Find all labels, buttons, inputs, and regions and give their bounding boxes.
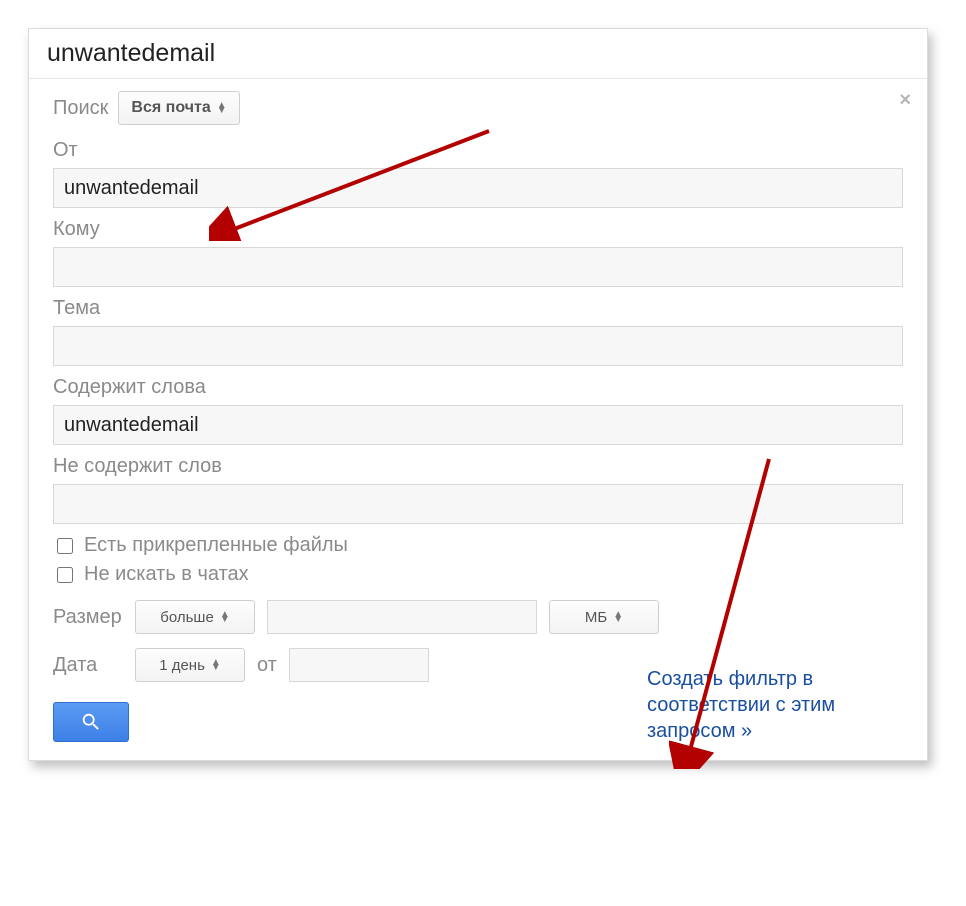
close-icon[interactable]: × [899, 89, 911, 112]
date-from-input[interactable] [289, 648, 429, 682]
top-search-value: unwantedemail [29, 29, 927, 79]
date-range-dropdown[interactable]: 1 день ▲▼ [135, 648, 245, 682]
subject-input[interactable] [53, 326, 903, 366]
sort-icon: ▲▼ [613, 612, 623, 622]
not-has-words-label: Не содержит слов [53, 455, 903, 478]
date-range-value: 1 день [159, 657, 205, 674]
exclude-chats-checkbox-row: Не искать в чатах [53, 563, 903, 586]
has-words-input[interactable] [53, 405, 903, 445]
has-words-field-block: Содержит слова [53, 376, 903, 445]
sort-icon: ▲▼ [211, 660, 221, 670]
from-input[interactable] [53, 168, 903, 208]
search-button[interactable] [53, 702, 129, 742]
from-field-block: От [53, 139, 903, 208]
to-input[interactable] [53, 247, 903, 287]
size-unit-value: МБ [585, 609, 607, 626]
search-filter-panel: unwantedemail × Поиск Вся почта ▲▼ От Ко… [28, 28, 928, 761]
attachments-checkbox-row: Есть прикрепленные файлы [53, 534, 903, 557]
size-comparator-value: больше [160, 609, 214, 626]
attachments-checkbox-label: Есть прикрепленные файлы [84, 534, 348, 557]
create-filter-link[interactable]: Создать фильтр в соответствии с этим зап… [647, 666, 897, 744]
size-row: Размер больше ▲▼ МБ ▲▼ [53, 600, 903, 634]
exclude-chats-checkbox[interactable] [57, 567, 73, 583]
size-value-input[interactable] [267, 600, 537, 634]
size-label: Размер [53, 606, 123, 629]
date-from-label: от [257, 654, 277, 677]
sort-icon: ▲▼ [217, 103, 227, 113]
search-scope-row: Поиск Вся почта ▲▼ [53, 91, 903, 125]
sort-icon: ▲▼ [220, 612, 230, 622]
not-has-words-input[interactable] [53, 484, 903, 524]
subject-field-block: Тема [53, 297, 903, 366]
search-scope-label: Поиск [53, 97, 108, 120]
search-scope-dropdown[interactable]: Вся почта ▲▼ [118, 91, 239, 125]
panel-body: × Поиск Вся почта ▲▼ От Кому Тема Содерж… [29, 79, 927, 760]
subject-label: Тема [53, 297, 903, 320]
has-words-label: Содержит слова [53, 376, 903, 399]
date-label: Дата [53, 654, 123, 677]
to-field-block: Кому [53, 218, 903, 287]
not-has-words-field-block: Не содержит слов [53, 455, 903, 524]
from-label: От [53, 139, 903, 162]
size-unit-dropdown[interactable]: МБ ▲▼ [549, 600, 659, 634]
search-scope-value: Вся почта [131, 99, 210, 117]
size-comparator-dropdown[interactable]: больше ▲▼ [135, 600, 255, 634]
to-label: Кому [53, 218, 903, 241]
attachments-checkbox[interactable] [57, 538, 73, 554]
exclude-chats-checkbox-label: Не искать в чатах [84, 563, 249, 586]
search-icon [80, 711, 102, 733]
